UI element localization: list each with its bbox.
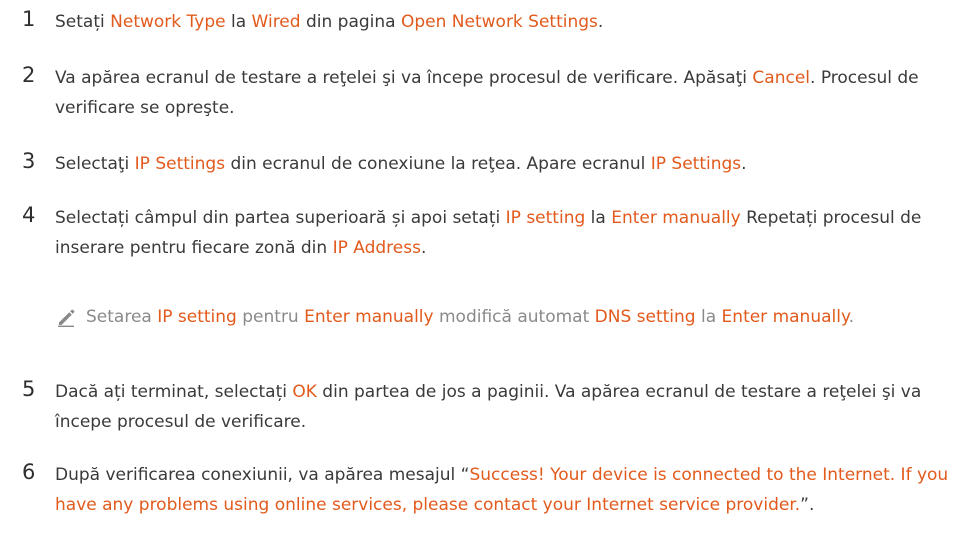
highlighted-term: Open Network Settings xyxy=(400,12,598,32)
highlighted-term: Network Type xyxy=(110,12,226,32)
text-run: modifică automat xyxy=(433,307,595,327)
text-run: la xyxy=(225,12,252,32)
text-run: din ecranul de conexiune la reţea. Apare… xyxy=(225,154,651,174)
text-run: Selectați câmpul din partea superioară ș… xyxy=(55,208,506,228)
step-text: După verificarea conexiunii, va apărea m… xyxy=(55,460,965,520)
text-run: . xyxy=(597,12,604,32)
highlighted-term: IP setting xyxy=(505,208,586,228)
text-run: ”. xyxy=(800,495,815,515)
highlighted-term: Cancel xyxy=(752,68,811,88)
text-run: Setarea xyxy=(86,307,158,327)
highlighted-term: IP Settings xyxy=(134,154,226,174)
text-run: Selectaţi xyxy=(55,154,135,174)
text-run: . xyxy=(848,307,855,327)
text-run: După verificarea conexiunii, va apărea m… xyxy=(55,465,470,485)
step-number: 4 xyxy=(22,203,36,227)
highlighted-term: Enter manually xyxy=(721,307,849,327)
text-run: din pagina xyxy=(300,12,401,32)
text-run: pentru xyxy=(236,307,305,327)
highlighted-term: IP setting xyxy=(157,307,237,327)
step-text: Selectaţi IP Settings din ecranul de con… xyxy=(55,149,965,179)
text-run: Dacă ați terminat, selectați xyxy=(55,382,293,402)
step-number: 3 xyxy=(22,149,36,173)
text-run: la xyxy=(585,208,612,228)
step-number: 6 xyxy=(22,460,36,484)
step-text: Va apărea ecranul de testare a reţelei ş… xyxy=(55,63,965,123)
note-text: Setarea IP setting pentru Enter manually… xyxy=(86,302,956,332)
highlighted-term: Enter manually xyxy=(304,307,434,327)
highlighted-term: DNS setting xyxy=(594,307,696,327)
text-run: Setați xyxy=(55,12,111,32)
highlighted-term: IP Address xyxy=(332,238,421,258)
highlighted-term: IP Settings xyxy=(650,154,742,174)
pencil-icon xyxy=(58,309,75,327)
step-text: Dacă ați terminat, selectați OK din part… xyxy=(55,377,965,437)
step-number: 5 xyxy=(22,377,36,401)
highlighted-term: Enter manually xyxy=(611,208,741,228)
step-number: 1 xyxy=(22,7,36,31)
text-run: . xyxy=(420,238,427,258)
text-run: . xyxy=(741,154,747,174)
text-run: Va apărea ecranul de testare a reţelei ş… xyxy=(55,68,753,88)
text-run: la xyxy=(695,307,722,327)
step-number: 2 xyxy=(22,63,36,87)
highlighted-term: Wired xyxy=(251,12,301,32)
step-text: Selectați câmpul din partea superioară ș… xyxy=(55,203,965,263)
highlighted-term: OK xyxy=(292,382,317,402)
step-text: Setați Network Type la Wired din pagina … xyxy=(55,7,965,37)
